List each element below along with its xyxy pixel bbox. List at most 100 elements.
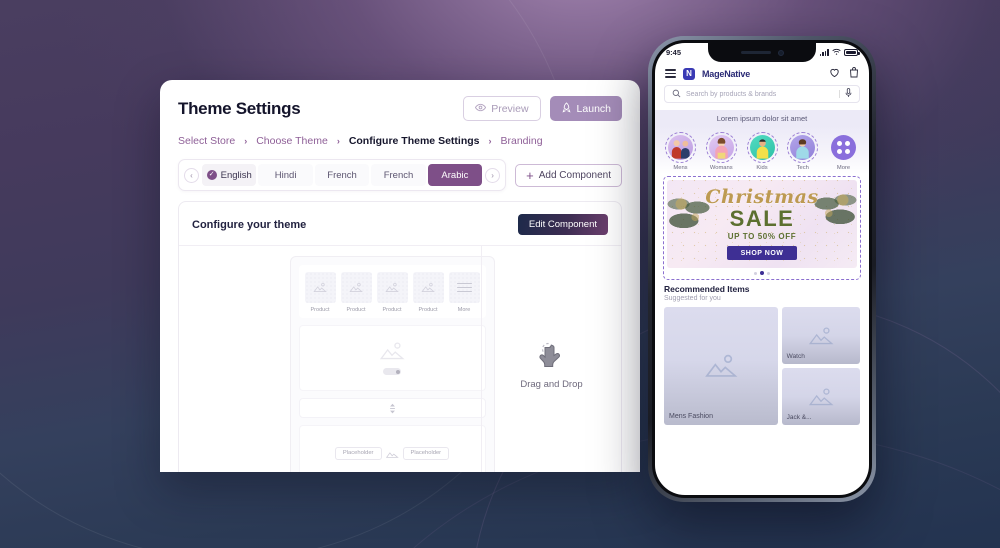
launch-button[interactable]: Launch [549, 96, 622, 121]
breadcrumb-item-branding[interactable]: Branding [501, 135, 543, 147]
shopping-bag-icon[interactable] [849, 65, 859, 83]
breadcrumb-item-configure-theme-settings[interactable]: Configure Theme Settings [349, 135, 480, 147]
christmas-sale-banner[interactable]: Christmas SALE UP TO 50% OFF SHOP NOW [667, 180, 857, 268]
recommended-card-watch[interactable]: Watch [781, 307, 860, 364]
theme-canvas[interactable]: Product Product Product Product More Pla… [289, 256, 495, 472]
recommended-card-label: Jack &... [786, 414, 812, 421]
banner-script-text: Christmas [705, 186, 819, 208]
pagination-dot[interactable] [767, 271, 770, 275]
category-label: Mens [673, 165, 688, 171]
product-tile-label: Product [418, 307, 438, 313]
recommended-card-mens-fashion[interactable]: Mens Fashion [664, 307, 778, 425]
language-tab-label: Arabic [441, 169, 469, 181]
search-divider [839, 90, 840, 98]
product-tile[interactable]: Product [376, 272, 408, 313]
category-ring [828, 132, 859, 163]
category-image [790, 135, 816, 160]
status-indicators [819, 48, 860, 58]
language-next-arrow-icon[interactable]: › [485, 167, 501, 183]
image-placeholder-icon [379, 342, 405, 360]
shop-now-button[interactable]: SHOP NOW [726, 246, 798, 260]
language-tab-label: English [220, 169, 252, 181]
category-image [708, 135, 734, 160]
category-item-mens[interactable]: Mens [664, 132, 697, 171]
more-grid-icon [831, 135, 856, 160]
canvas-widget-product-row[interactable]: Product Product Product Product More [298, 265, 486, 318]
menu-hamburger-icon[interactable] [665, 69, 676, 78]
preview-button-label: Preview [491, 102, 529, 115]
breadcrumb-item-choose-theme[interactable]: Choose Theme [256, 135, 328, 147]
category-label: More [836, 165, 851, 171]
hero-toggle-switch[interactable] [383, 368, 401, 375]
language-tab-arabic[interactable]: Arabic [427, 164, 483, 186]
drag-and-drop-label: Drag and Drop [520, 378, 583, 390]
phone-mockup: 9:45 N MageNative Search by products & b… [648, 36, 876, 502]
brand-name: MageNative [702, 68, 751, 79]
recommended-card-jacket[interactable]: Jack &... [781, 368, 860, 425]
brand-logo-icon: N [683, 67, 695, 80]
category-ring [746, 132, 778, 163]
product-tile[interactable]: Product [412, 272, 444, 313]
configure-card-body: Product Product Product Product More Pla… [179, 245, 621, 472]
header-actions [829, 65, 859, 83]
language-tab-hindi[interactable]: Hindi [258, 164, 313, 186]
preview-button[interactable]: Preview [463, 96, 541, 121]
recommended-grid: Mens Fashion Watch Jack &... [655, 302, 869, 425]
banner-subline: UP TO 50% OFF [727, 232, 797, 241]
category-ring [665, 132, 696, 163]
promo-banner-container[interactable]: Christmas SALE UP TO 50% OFF SHOP NOW [663, 176, 861, 280]
category-ring [705, 132, 737, 163]
recommended-title: Recommended Items [664, 284, 750, 294]
language-tab-english[interactable]: ✓ English [202, 164, 257, 186]
drag-and-drop-zone[interactable]: Drag and Drop [481, 246, 621, 472]
add-component-label: Add Component [538, 169, 611, 181]
category-label: Kids [756, 165, 768, 171]
category-item-kids[interactable]: Kids [746, 132, 779, 171]
resize-vertical-icon [389, 403, 395, 413]
phone-bezel: 9:45 N MageNative Search by products & b… [652, 40, 872, 498]
search-bar[interactable]: Search by products & brands [664, 85, 860, 103]
category-item-more[interactable]: More [827, 132, 860, 171]
wishlist-heart-icon[interactable] [829, 65, 840, 83]
configure-card-header: Configure your theme Edit Component [179, 202, 621, 245]
category-item-womans[interactable]: Womans [705, 132, 738, 171]
breadcrumb-separator: › [244, 136, 248, 146]
product-tile-more[interactable]: More [448, 272, 480, 313]
configure-title: Configure your theme [192, 218, 307, 231]
breadcrumb: Select Store › Choose Theme › Configure … [160, 121, 640, 147]
language-toolbar: ‹ ✓ English Hindi French French Arabic ›… [160, 147, 640, 191]
language-tab-label: French [383, 169, 414, 181]
battery-icon [844, 49, 860, 56]
language-tabs: ✓ English Hindi French French Arabic [202, 164, 483, 186]
breadcrumb-item-select-store[interactable]: Select Store [178, 135, 235, 147]
product-tile[interactable]: Product [304, 272, 336, 313]
microphone-icon[interactable] [845, 85, 852, 103]
search-icon [672, 85, 681, 103]
placeholder-chip[interactable]: Placeholder [402, 446, 450, 460]
pagination-dot-active[interactable] [760, 271, 764, 275]
recommended-card-label: Watch [786, 353, 805, 360]
pagination-dot[interactable] [754, 271, 757, 275]
canvas-widget-divider[interactable] [298, 398, 486, 418]
category-item-tech[interactable]: Tech [786, 132, 819, 171]
banner-pagination-dots[interactable] [667, 268, 857, 276]
category-image [668, 135, 693, 160]
image-placeholder-icon [385, 451, 399, 458]
breadcrumb-separator: › [488, 136, 492, 146]
edit-component-button[interactable]: Edit Component [517, 214, 608, 235]
image-placeholder-icon [304, 272, 336, 303]
canvas-widget-hero-banner[interactable] [298, 325, 486, 391]
phone-notch [708, 43, 816, 62]
status-time: 9:45 [666, 48, 682, 57]
language-tab-french-1[interactable]: French [314, 164, 370, 186]
placeholder-chip[interactable]: Placeholder [334, 446, 382, 460]
language-prev-arrow-icon[interactable]: ‹ [184, 167, 199, 183]
add-component-button[interactable]: + Add Component [515, 163, 622, 187]
canvas-widget-placeholder-row[interactable]: Placeholder Placeholder [298, 425, 486, 472]
language-tab-french-2[interactable]: French [371, 164, 426, 186]
product-tile[interactable]: Product [340, 272, 372, 313]
category-label: Tech [796, 165, 809, 171]
banner-headline: SALE [729, 206, 795, 231]
check-circle-icon: ✓ [206, 170, 217, 180]
category-label: Womans [709, 165, 733, 171]
